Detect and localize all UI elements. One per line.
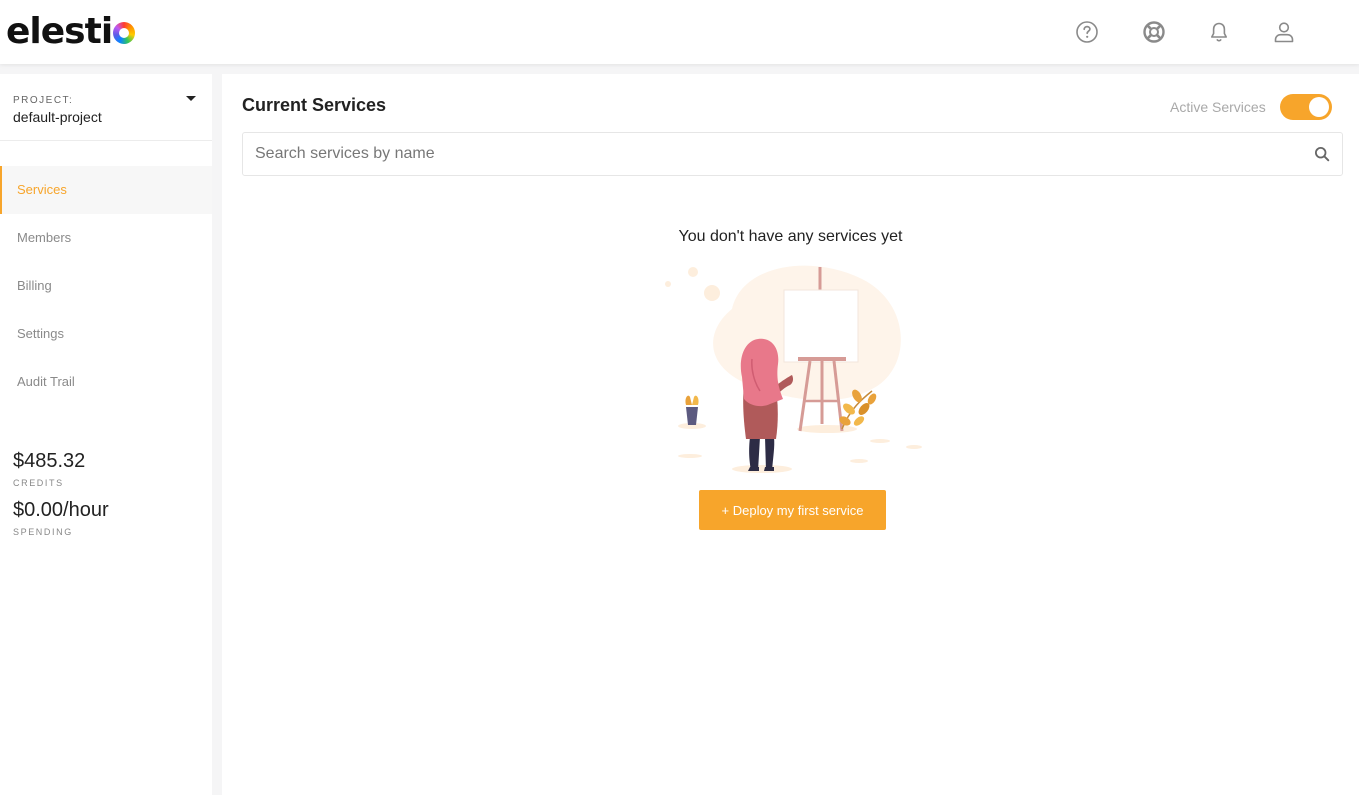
page-title: Current Services (242, 95, 387, 115)
sidebar-item-audit-trail[interactable]: Audit Trail (0, 358, 212, 406)
painter-illustration (662, 259, 932, 479)
credits-label: CREDITS (13, 478, 64, 488)
empty-state-message: You don't have any services yet (678, 228, 903, 245)
search-icon[interactable] (1314, 146, 1330, 162)
deploy-first-service-button[interactable]: + Deploy my first service (699, 490, 886, 530)
sidebar-item-label: Services (17, 182, 67, 197)
caret-down-icon[interactable] (186, 96, 196, 101)
sidebar-item-services[interactable]: Services (0, 166, 212, 214)
elestio-logo[interactable]: elesti (6, 10, 136, 54)
top-bar: elesti (0, 0, 1359, 64)
search-input[interactable] (255, 133, 1295, 175)
sidebar-item-members[interactable]: Members (0, 214, 212, 262)
sidebar-item-billing[interactable]: Billing (0, 262, 212, 310)
toggle-knob (1309, 97, 1329, 117)
spending-label: SPENDING (13, 527, 73, 537)
sidebar-item-label: Members (17, 230, 72, 245)
credits-value: $485.32 (13, 450, 86, 472)
search-box (242, 132, 1343, 176)
project-name: default-project (13, 109, 102, 125)
active-services-label: Active Services (1170, 99, 1266, 115)
sidebar-item-settings[interactable]: Settings (0, 310, 212, 358)
project-label: PROJECT: (13, 95, 74, 106)
sidebar-nav: Services Members Billing Settings Audit … (0, 166, 212, 406)
user-icon[interactable] (1270, 18, 1298, 46)
active-services-toggle[interactable] (1280, 94, 1332, 120)
help-icon[interactable] (1073, 18, 1101, 46)
logo-o-icon (113, 22, 136, 44)
support-icon[interactable] (1140, 18, 1168, 46)
spending-value: $0.00/hour (13, 499, 109, 521)
notifications-icon[interactable] (1205, 18, 1233, 46)
project-selector[interactable]: PROJECT: default-project (0, 74, 212, 141)
sidebar-item-label: Audit Trail (17, 374, 75, 389)
sidebar-item-label: Settings (17, 326, 64, 341)
sidebar: PROJECT: default-project Services Member… (0, 74, 212, 795)
main-panel: Current Services Active Services You don… (222, 74, 1359, 795)
sidebar-item-label: Billing (17, 278, 52, 293)
